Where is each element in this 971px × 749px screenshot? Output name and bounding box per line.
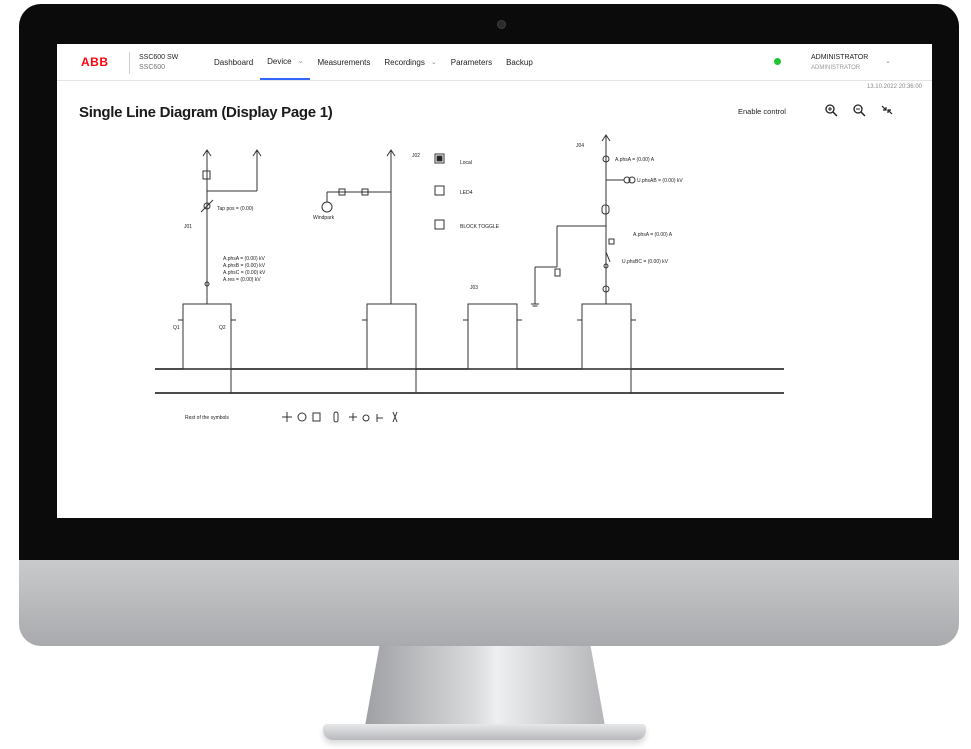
nav-backup-label: Backup	[506, 57, 533, 67]
chevron-down-icon: ⌄	[297, 58, 304, 65]
device-identity: SSC600 SW SSC600	[139, 53, 178, 73]
main-nav: Dashboard Device ⌄ Measurements Recording…	[207, 44, 540, 80]
monitor-base	[323, 724, 646, 740]
block-toggle-label[interactable]: BLOCK TOGGLE	[460, 224, 500, 230]
rest-symbols-label: Rest of the symbols	[185, 415, 229, 421]
device-subname: SSC600	[139, 64, 166, 71]
top-navigation-bar: ABB SSC600 SW SSC600 Dashboard Device ⌄ M…	[57, 44, 932, 81]
enable-control-button[interactable]: Enable control	[738, 107, 786, 116]
date-time: 13.10.2022 20:36:00	[866, 84, 922, 90]
j01-label: J01	[184, 224, 192, 230]
q1-label: Q1	[173, 325, 180, 331]
meas-b-label: A.phsB = (0.00) kV	[223, 263, 266, 269]
local-label[interactable]: Local	[460, 160, 472, 166]
j04-voltage-ab-label: U.phsAB = (0.00) kV	[637, 178, 683, 184]
screen: ABB SSC600 SW SSC600 Dashboard Device ⌄ M…	[57, 44, 932, 518]
nav-device[interactable]: Device ⌄	[260, 44, 311, 80]
chevron-down-icon[interactable]: ⌄	[885, 57, 891, 65]
q2-label: Q2	[219, 325, 226, 331]
j04-voltage-bc-label: U.phsBC = (0.00) kV	[622, 259, 669, 265]
abb-logo[interactable]: ABB	[81, 55, 109, 69]
collapse-icon[interactable]	[880, 103, 894, 117]
monitor-chin	[19, 560, 959, 646]
j04-current-top-label: A.phsA = (0.00) A	[615, 157, 655, 163]
windpark-label: Windpark	[313, 215, 335, 221]
meas-c-label: A.phsC = (0.00) kV	[223, 270, 266, 276]
tap-pos-label: Tap pos = (0.00)	[217, 206, 254, 212]
single-line-diagram: Tap pos = (0.00) J01 A.phsA = (0.00) kV …	[155, 134, 784, 423]
page-title: Single Line Diagram (Display Page 1)	[79, 104, 333, 121]
zoom-in-icon[interactable]	[824, 103, 838, 117]
meas-a-label: A.phsA = (0.00) kV	[223, 256, 265, 262]
camera-icon	[497, 20, 506, 29]
j04-current-mid-label: A.phsA = (0.00) A	[633, 232, 673, 238]
j04-label: J04	[576, 143, 584, 149]
nav-device-label: Device	[267, 56, 292, 66]
nav-dashboard[interactable]: Dashboard	[207, 44, 260, 80]
led4-label[interactable]: LED4	[460, 190, 473, 196]
header-divider	[129, 52, 130, 74]
chevron-down-icon: ⌄	[430, 59, 437, 66]
zoom-out-icon[interactable]	[852, 103, 866, 117]
connection-status-indicator	[774, 58, 781, 65]
nav-parameters-label: Parameters	[450, 57, 493, 67]
user-menu[interactable]: ADMINISTRATOR ADMINISTRATOR	[811, 53, 868, 73]
device-name: SSC600 SW	[139, 54, 179, 61]
nav-backup[interactable]: Backup	[499, 44, 540, 80]
monitor-stand	[365, 646, 605, 726]
nav-recordings[interactable]: Recordings ⌄	[377, 44, 443, 80]
nav-dashboard-label: Dashboard	[214, 57, 254, 67]
nav-parameters[interactable]: Parameters	[444, 44, 499, 80]
nav-measurements-label: Measurements	[317, 57, 371, 67]
user-role: ADMINISTRATOR	[811, 65, 861, 71]
nav-measurements[interactable]: Measurements	[310, 44, 377, 80]
meas-res-label: A.res = (0.00) kV	[223, 277, 261, 283]
user-name: ADMINISTRATOR	[811, 54, 869, 61]
j03-label: J03	[470, 285, 478, 291]
nav-recordings-label: Recordings	[384, 57, 425, 67]
j02-label: J02	[412, 153, 420, 159]
